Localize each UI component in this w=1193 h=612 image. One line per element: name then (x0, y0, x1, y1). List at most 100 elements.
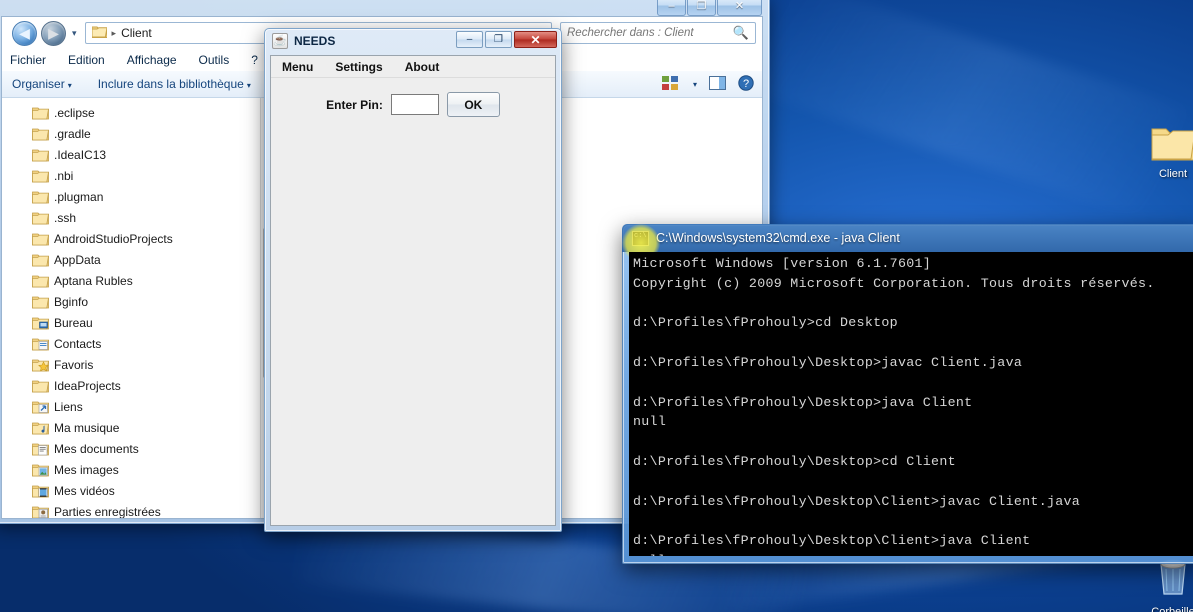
tree-item-appdata[interactable]: AppData (2, 249, 260, 270)
menu-item-settings[interactable]: Settings (330, 58, 387, 76)
explorer-window-buttons: – ❐ ✕ (656, 0, 762, 16)
navigation-tree-pane[interactable]: .eclipse .gradle .IdeaIC13 .nbi .plugman .ssh… (2, 98, 260, 518)
desktop-icon-label: Client (1158, 168, 1188, 180)
close-button[interactable]: ✕ (717, 0, 762, 16)
desktop-icon-recycle-bin[interactable]: Corbeille (1135, 556, 1193, 612)
tree-item-label: Contacts (54, 336, 102, 351)
folder-icon (32, 253, 49, 267)
folder-icon (32, 106, 49, 120)
tree-item-plugman[interactable]: .plugman (2, 186, 260, 207)
desktop-icon-client[interactable]: Client (1135, 118, 1193, 180)
view-chevron-down-icon[interactable]: ▾ (693, 80, 697, 89)
tree-item-nbi[interactable]: .nbi (2, 165, 260, 186)
tree-item-favoris[interactable]: Favoris (2, 354, 260, 375)
folder-icon (32, 379, 49, 393)
ok-button[interactable]: OK (446, 92, 500, 117)
tree-item-label: AppData (54, 252, 101, 267)
menu-item-outils[interactable]: Outils (199, 53, 230, 67)
cmd-output-line: d:\Profiles\fProhouly\Desktop>cd Client (633, 453, 956, 469)
menu-item-affichage[interactable]: Affichage (127, 53, 177, 67)
menu-item-help[interactable]: ? (251, 53, 258, 67)
cmd-console-icon (632, 230, 649, 246)
tree-item-mes-documents[interactable]: Mes documents (2, 438, 260, 459)
menu-item-fichier[interactable]: Fichier (10, 53, 46, 67)
tree-item-label: Parties enregistrées (54, 504, 161, 519)
tree-item-androidstudioprojects[interactable]: AndroidStudioProjects (2, 228, 260, 249)
back-button[interactable]: ◀ (12, 20, 37, 46)
tree-item-label: Mes vidéos (54, 483, 115, 498)
cmd-output-line (633, 294, 1193, 314)
cmd-output-line (633, 333, 1193, 353)
folder-icon (91, 25, 108, 41)
cmd-output-line: d:\Profiles\fProhouly\Desktop\Client>jav… (633, 493, 1081, 509)
videos-folder-icon (32, 484, 49, 498)
menu-item-menu[interactable]: Menu (277, 58, 318, 76)
folder-icon (32, 127, 49, 141)
tree-item-label: IdeaProjects (54, 378, 121, 393)
tree-item-label: .nbi (54, 168, 74, 183)
java-coffee-icon (272, 32, 288, 49)
tree-item-label: .plugman (54, 189, 104, 204)
needs-window-buttons: – ❐ ✕ (456, 31, 557, 48)
include-in-library-button[interactable]: Inclure dans la bibliothèque ▾ (98, 77, 251, 91)
tree-item-mes-images[interactable]: Mes images (2, 459, 260, 480)
tree-item-ssh[interactable]: .ssh (2, 207, 260, 228)
tree-item-ideaic13[interactable]: .IdeaIC13 (2, 144, 260, 165)
command-prompt-window[interactable]: C:\Windows\system32\cmd.exe - java Clien… (622, 224, 1193, 564)
tree-item-label: .ssh (54, 210, 77, 225)
needs-dialog-window[interactable]: NEEDS – ❐ ✕ Menu Settings About Enter Pi… (264, 28, 562, 532)
help-icon[interactable]: ? (738, 75, 754, 94)
tree-item-label: AndroidStudioProjects (54, 231, 173, 246)
desktop-icon-label: Corbeille (1151, 606, 1193, 612)
needs-menu-bar: Menu Settings About (271, 56, 555, 78)
tree-item-contacts[interactable]: Contacts (2, 333, 260, 354)
tree-item-ma-musique[interactable]: Ma musique (2, 417, 260, 438)
cmd-title-bar[interactable]: C:\Windows\system32\cmd.exe - java Clien… (622, 224, 1193, 252)
minimize-button[interactable]: – (456, 31, 483, 48)
tree-item-label: .IdeaIC13 (54, 147, 107, 162)
breadcrumb-current[interactable]: Client (121, 26, 152, 40)
links-folder-icon (32, 400, 49, 414)
chevron-down-icon: ▾ (67, 81, 72, 90)
tree-item-label: Favoris (54, 357, 94, 372)
preview-pane-icon[interactable] (709, 76, 726, 93)
desktop-light-streak (751, 0, 1189, 222)
documents-folder-icon (32, 442, 49, 456)
needs-window-title: NEEDS (294, 33, 336, 48)
tree-item-mes-vid-os[interactable]: Mes vidéos (2, 480, 260, 501)
cmd-output-line: d:\Profiles\fProhouly\Desktop>java Clien… (633, 394, 973, 410)
tree-item-ideaprojects[interactable]: IdeaProjects (2, 375, 260, 396)
tree-item-aptana-rubles[interactable]: Aptana Rubles (2, 270, 260, 291)
tree-item-liens[interactable]: Liens (2, 396, 260, 417)
pin-input[interactable] (390, 94, 439, 115)
cmd-output-line: d:\Profiles\fProhouly\Desktop\Client>jav… (633, 533, 1031, 549)
tree-item-gradle[interactable]: .gradle (2, 123, 260, 144)
tree-item-bureau[interactable]: Bureau (2, 312, 260, 333)
tree-item-parties-enregistr-es[interactable]: Parties enregistrées (2, 501, 260, 518)
folder-icon (1135, 118, 1193, 166)
music-folder-icon (32, 421, 49, 435)
svg-text:?: ? (743, 78, 749, 90)
search-input[interactable]: Rechercher dans : Client 🔍 (560, 22, 756, 44)
tree-item-bginfo[interactable]: Bginfo (2, 291, 260, 312)
forward-button[interactable]: ▶ (41, 20, 66, 46)
maximize-button[interactable]: ❐ (687, 0, 716, 16)
search-icon: 🔍 (732, 25, 749, 40)
cmd-console-output[interactable]: Microsoft Windows [version 6.1.7601] Copy… (629, 252, 1193, 556)
pictures-folder-icon (32, 463, 49, 477)
folder-icon (32, 274, 49, 288)
tree-item-eclipse[interactable]: .eclipse (2, 102, 260, 123)
menu-item-about[interactable]: About (400, 58, 445, 76)
chevron-down-icon: ▾ (246, 81, 251, 90)
folder-icon (32, 148, 49, 162)
command-bar-right-tools: ▾ ? (661, 71, 754, 98)
menu-item-edition[interactable]: Edition (68, 53, 105, 67)
minimize-button[interactable]: – (657, 0, 686, 16)
breadcrumb-separator: ▸ (111, 27, 117, 38)
view-layout-icon[interactable] (661, 76, 678, 93)
recent-pages-icon[interactable]: ▾ (70, 28, 79, 39)
maximize-button[interactable]: ❐ (485, 31, 512, 48)
saved-games-folder-icon (32, 505, 49, 519)
organize-button[interactable]: Organiser ▾ (12, 77, 72, 91)
close-button[interactable]: ✕ (514, 31, 557, 48)
